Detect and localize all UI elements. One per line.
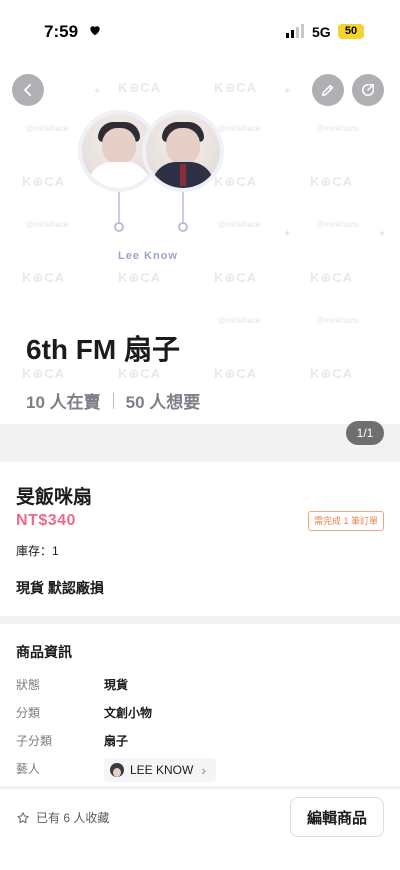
status-time: 7:59 [44, 22, 79, 41]
watermark-text: K⊕CA [214, 270, 258, 285]
chevron-right-icon: › [201, 762, 207, 778]
battery-indicator: 50 [338, 24, 364, 39]
info-key: 子分類 [16, 734, 53, 748]
product-name: 旻飯咪扇 [16, 487, 93, 508]
star-icon [17, 811, 29, 823]
order-requirement-badge: 需完成 1 筆訂單 [308, 511, 384, 531]
divider [112, 392, 114, 409]
edit-product-button[interactable]: 編輯商品 [290, 797, 384, 837]
watermark-text: K⊕CA [118, 270, 162, 285]
watermark-text: K⊕CA [214, 80, 258, 95]
sparkle-icon: ✦ [283, 86, 292, 97]
product-summary: 旻飯咪扇 NT$340 需完成 1 筆訂單 庫存：1 現貨 默認廠損 [0, 462, 400, 616]
edit-pencil-button[interactable] [312, 74, 344, 106]
info-value: 現貨 [104, 678, 129, 692]
info-row: 子分類 扇子 [0, 732, 400, 750]
wanting-count: 50 人想要 [125, 393, 201, 412]
info-row: 狀態 現貨 [0, 676, 400, 694]
chevron-left-icon [24, 83, 32, 97]
status-bar: 7:59 5G 50 [0, 0, 400, 44]
selling-count: 10 人在賣 [26, 393, 101, 412]
watermark-text: K⊕CA [118, 80, 162, 95]
info-key: 分類 [16, 706, 41, 720]
hero-stats: 10 人在賣 50 人想要 [26, 388, 200, 413]
fan-handle [118, 192, 120, 226]
hero-title: 6th FM 扇子 [26, 334, 180, 365]
watermark-text: K⊕CA [214, 174, 258, 189]
share-icon [362, 84, 374, 96]
watermark-text: K⊕CA [214, 366, 258, 381]
fan-handle-end [114, 222, 124, 232]
sparkle-icon: ✦ [378, 229, 387, 240]
avatar [110, 763, 124, 777]
sparkle-icon: ✦ [93, 86, 102, 97]
fan-handle [182, 192, 184, 226]
fan-handle-end [178, 222, 188, 232]
product-image[interactable]: K⊕CA K⊕CA @minkhaza @minkhaza @minkhaza … [0, 44, 400, 424]
watermark-text: K⊕CA [310, 270, 354, 285]
product-tags: 現貨 默認廠損 [16, 580, 104, 596]
watermark-text: K⊕CA [310, 174, 354, 189]
favorites-count[interactable]: 已有 6 人收藏 [16, 809, 109, 826]
product-info: 商品資訊 狀態 現貨 分類 文創小物 子分類 扇子 藝人 LEE KNOW › [0, 624, 400, 786]
sparkle-icon: ✦ [283, 229, 292, 240]
artist-chip[interactable]: LEE KNOW › [104, 758, 217, 782]
watermark-handle: @minkhaza [316, 220, 359, 229]
signal-icon [286, 24, 304, 38]
watermark-handle: @minkhaza [316, 124, 359, 133]
network-type: 5G [312, 24, 331, 40]
info-key: 狀態 [16, 678, 41, 692]
fan-caption: Lee Know [118, 250, 178, 262]
watermark-text: K⊕CA [22, 270, 66, 285]
info-row: 分類 文創小物 [0, 704, 400, 722]
heart-icon [90, 26, 100, 36]
info-value: 扇子 [104, 734, 129, 748]
favorites-label: 已有 6 人收藏 [36, 811, 110, 825]
info-title: 商品資訊 [16, 644, 72, 660]
product-price: NT$340 [16, 512, 76, 529]
watermark-handle: @minkhaza [26, 220, 69, 229]
stock-count: 庫存：1 [16, 544, 59, 558]
artist-name: LEE KNOW [130, 763, 194, 777]
watermark-handle: @minkhaza [26, 124, 69, 133]
watermark-row: @minkhaza @minkhaza @minkhaza [0, 220, 400, 260]
watermark-handle: @minkhaza [218, 316, 261, 325]
watermark-text: K⊕CA [22, 174, 66, 189]
back-button[interactable] [12, 74, 44, 106]
watermark-text: K⊕CA [22, 366, 66, 381]
watermark-text: K⊕CA [310, 366, 354, 381]
watermark-handle: @minkhaza [316, 316, 359, 325]
info-value: 文創小物 [104, 706, 153, 720]
bottom-bar: 已有 6 人收藏 編輯商品 [0, 788, 400, 870]
watermark-text: K⊕CA [118, 366, 162, 381]
info-key: 藝人 [16, 762, 41, 776]
watermark-handle: @minkhaza [218, 124, 261, 133]
image-counter: 1/1 [346, 421, 384, 445]
share-button[interactable] [352, 74, 384, 106]
watermark-row: K⊕CA K⊕CA K⊕CA K⊕CA [0, 270, 400, 310]
fan-photo-left [82, 114, 156, 188]
fan-photo-right [146, 114, 220, 188]
watermark-handle: @minkhaza [218, 220, 261, 229]
pencil-icon [322, 84, 334, 96]
